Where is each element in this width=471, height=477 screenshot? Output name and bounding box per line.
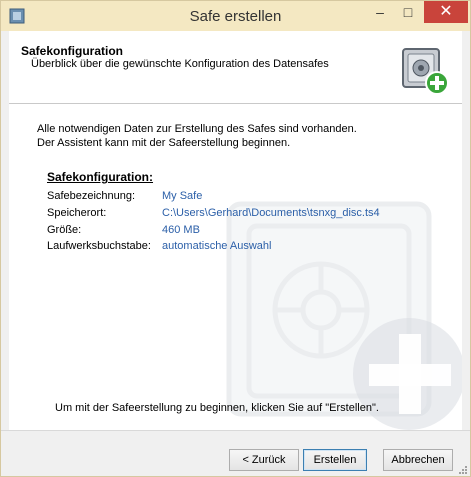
create-button[interactable]: Erstellen — [303, 449, 367, 471]
config-label: Speicherort: — [47, 207, 107, 219]
close-button[interactable]: ✕ — [424, 1, 468, 23]
config-value: 460 MB — [162, 224, 200, 236]
minimize-button[interactable]: – — [366, 1, 394, 23]
safe-wizard-window: Safe erstellen – □ ✕ Safekonfiguration Ü… — [0, 0, 471, 477]
config-value: automatische Auswahl — [162, 240, 272, 252]
wizard-content: Alle notwendigen Daten zur Erstellung de… — [9, 104, 462, 430]
config-value: My Safe — [162, 190, 203, 202]
config-label: Größe: — [47, 224, 82, 236]
intro-line-1: Alle notwendigen Daten zur Erstellung de… — [37, 123, 357, 135]
header-title: Safekonfiguration — [21, 44, 124, 58]
instruction-text: Um mit der Safeerstellung zu beginnen, k… — [55, 402, 379, 414]
config-label: Laufwerksbuchstabe: — [47, 240, 151, 252]
config-value: C:\Users\Gerhard\Documents\tsnxg_disc.ts… — [162, 207, 380, 219]
config-label: Safebezeichnung: — [47, 190, 136, 202]
wizard-header: Safekonfiguration Überblick über die gew… — [9, 31, 462, 104]
wizard-footer: < Zurück Erstellen Abbrechen — [1, 430, 470, 476]
back-button[interactable]: < Zurück — [229, 449, 299, 471]
section-title: Safekonfiguration: — [47, 170, 154, 184]
header-subtitle: Überblick über die gewünschte Konfigurat… — [31, 58, 329, 70]
intro-text: Alle notwendigen Daten zur Erstellung de… — [37, 122, 357, 150]
cancel-button[interactable]: Abbrechen — [383, 449, 453, 471]
safe-watermark-icon — [226, 201, 462, 430]
safe-add-icon — [402, 48, 449, 95]
intro-line-2: Der Assistent kann mit der Safeerstellun… — [37, 137, 291, 149]
maximize-button[interactable]: □ — [394, 1, 422, 23]
resize-grip-icon[interactable] — [457, 464, 467, 474]
title-bar: Safe erstellen – □ ✕ — [1, 1, 470, 31]
